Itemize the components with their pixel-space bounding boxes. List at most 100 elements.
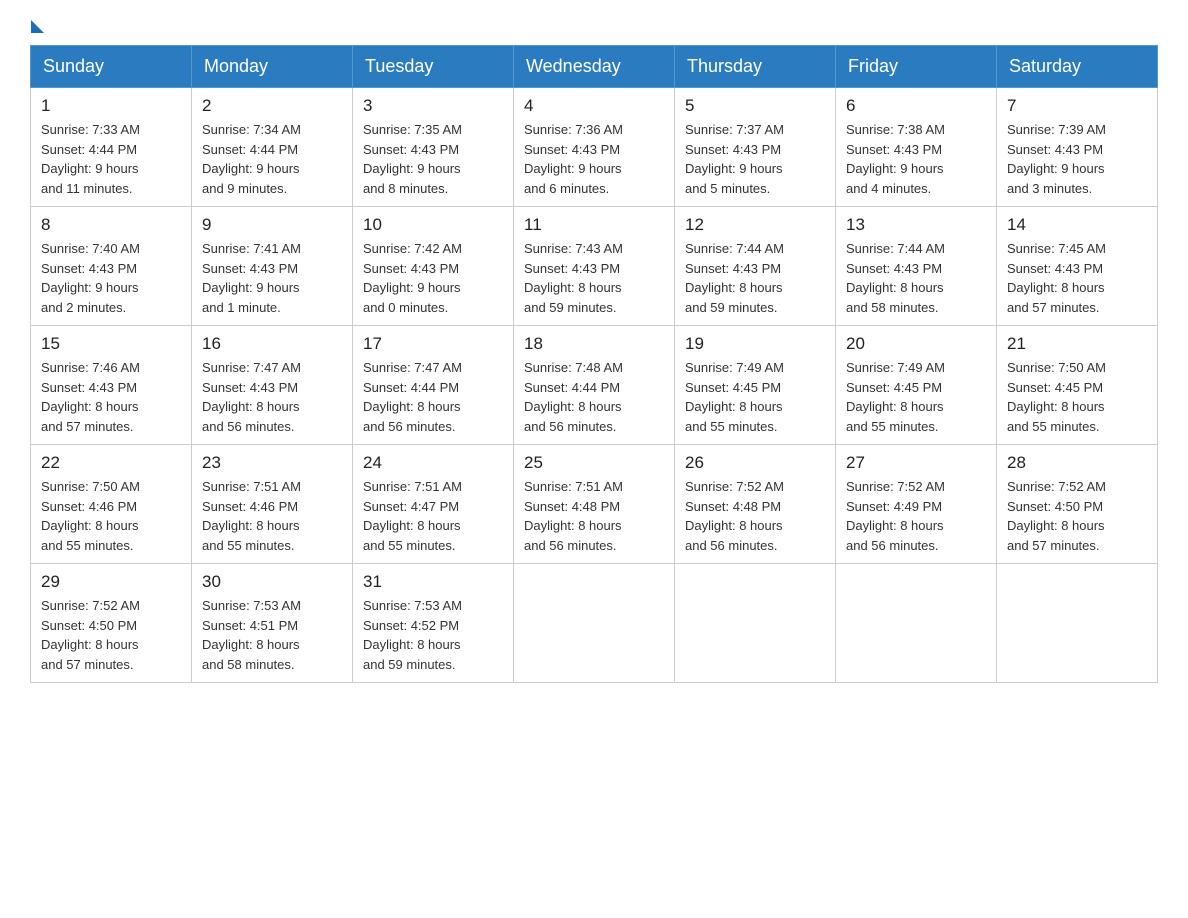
day-info: Sunrise: 7:51 AMSunset: 4:47 PMDaylight:…: [363, 477, 503, 555]
day-info: Sunrise: 7:52 AMSunset: 4:48 PMDaylight:…: [685, 477, 825, 555]
day-info: Sunrise: 7:33 AMSunset: 4:44 PMDaylight:…: [41, 120, 181, 198]
day-info: Sunrise: 7:52 AMSunset: 4:50 PMDaylight:…: [41, 596, 181, 674]
day-info: Sunrise: 7:40 AMSunset: 4:43 PMDaylight:…: [41, 239, 181, 317]
day-info: Sunrise: 7:35 AMSunset: 4:43 PMDaylight:…: [363, 120, 503, 198]
calendar-week-row: 22Sunrise: 7:50 AMSunset: 4:46 PMDayligh…: [31, 445, 1158, 564]
calendar-cell: 27 Sunrise: 7:52 AMSunset: 4:49 PMDayligh…: [836, 445, 997, 564]
day-info: Sunrise: 7:47 AMSunset: 4:44 PMDaylight:…: [363, 358, 503, 436]
day-number: 24: [363, 453, 503, 473]
day-number: 9: [202, 215, 342, 235]
calendar-cell: 15 Sunrise: 7:46 AMSunset: 4:43 PMDayligh…: [31, 326, 192, 445]
calendar-cell: 3 Sunrise: 7:35 AMSunset: 4:43 PMDaylight…: [353, 88, 514, 207]
calendar-cell: 14Sunrise: 7:45 AMSunset: 4:43 PMDayligh…: [997, 207, 1158, 326]
header-saturday: Saturday: [997, 46, 1158, 88]
day-number: 8: [41, 215, 181, 235]
day-info: Sunrise: 7:41 AMSunset: 4:43 PMDaylight:…: [202, 239, 342, 317]
day-number: 15: [41, 334, 181, 354]
calendar-cell: 9 Sunrise: 7:41 AMSunset: 4:43 PMDaylight…: [192, 207, 353, 326]
day-info: Sunrise: 7:50 AMSunset: 4:45 PMDaylight:…: [1007, 358, 1147, 436]
calendar-cell: 12Sunrise: 7:44 AMSunset: 4:43 PMDayligh…: [675, 207, 836, 326]
calendar-cell: 29 Sunrise: 7:52 AMSunset: 4:50 PMDayligh…: [31, 564, 192, 683]
day-number: 26: [685, 453, 825, 473]
calendar-week-row: 1 Sunrise: 7:33 AMSunset: 4:44 PMDaylight…: [31, 88, 1158, 207]
calendar-cell: 7 Sunrise: 7:39 AMSunset: 4:43 PMDaylight…: [997, 88, 1158, 207]
calendar-cell: 13 Sunrise: 7:44 AMSunset: 4:43 PMDayligh…: [836, 207, 997, 326]
day-number: 29: [41, 572, 181, 592]
calendar-cell: 19 Sunrise: 7:49 AMSunset: 4:45 PMDayligh…: [675, 326, 836, 445]
day-number: 10: [363, 215, 503, 235]
calendar-cell: 1 Sunrise: 7:33 AMSunset: 4:44 PMDaylight…: [31, 88, 192, 207]
day-number: 18: [524, 334, 664, 354]
day-info: Sunrise: 7:39 AMSunset: 4:43 PMDaylight:…: [1007, 120, 1147, 198]
calendar-cell: 4 Sunrise: 7:36 AMSunset: 4:43 PMDaylight…: [514, 88, 675, 207]
calendar-cell: 17 Sunrise: 7:47 AMSunset: 4:44 PMDayligh…: [353, 326, 514, 445]
day-info: Sunrise: 7:52 AMSunset: 4:50 PMDaylight:…: [1007, 477, 1147, 555]
day-number: 27: [846, 453, 986, 473]
day-number: 20: [846, 334, 986, 354]
calendar-cell: 18 Sunrise: 7:48 AMSunset: 4:44 PMDayligh…: [514, 326, 675, 445]
calendar-cell: [997, 564, 1158, 683]
day-info: Sunrise: 7:47 AMSunset: 4:43 PMDaylight:…: [202, 358, 342, 436]
calendar-cell: 6Sunrise: 7:38 AMSunset: 4:43 PMDaylight…: [836, 88, 997, 207]
day-number: 1: [41, 96, 181, 116]
calendar-cell: 8 Sunrise: 7:40 AMSunset: 4:43 PMDaylight…: [31, 207, 192, 326]
calendar-cell: 11 Sunrise: 7:43 AMSunset: 4:43 PMDayligh…: [514, 207, 675, 326]
calendar-cell: 24 Sunrise: 7:51 AMSunset: 4:47 PMDayligh…: [353, 445, 514, 564]
day-number: 11: [524, 215, 664, 235]
logo: [30, 20, 44, 27]
calendar-cell: 5 Sunrise: 7:37 AMSunset: 4:43 PMDaylight…: [675, 88, 836, 207]
day-number: 23: [202, 453, 342, 473]
day-info: Sunrise: 7:37 AMSunset: 4:43 PMDaylight:…: [685, 120, 825, 198]
day-info: Sunrise: 7:49 AMSunset: 4:45 PMDaylight:…: [685, 358, 825, 436]
day-number: 28: [1007, 453, 1147, 473]
calendar-cell: 31Sunrise: 7:53 AMSunset: 4:52 PMDayligh…: [353, 564, 514, 683]
weekday-header-row: Sunday Monday Tuesday Wednesday Thursday…: [31, 46, 1158, 88]
day-number: 12: [685, 215, 825, 235]
day-number: 31: [363, 572, 503, 592]
day-number: 3: [363, 96, 503, 116]
day-number: 21: [1007, 334, 1147, 354]
day-info: Sunrise: 7:48 AMSunset: 4:44 PMDaylight:…: [524, 358, 664, 436]
day-number: 13: [846, 215, 986, 235]
header-thursday: Thursday: [675, 46, 836, 88]
calendar-cell: 25Sunrise: 7:51 AMSunset: 4:48 PMDayligh…: [514, 445, 675, 564]
day-info: Sunrise: 7:45 AMSunset: 4:43 PMDaylight:…: [1007, 239, 1147, 317]
day-info: Sunrise: 7:51 AMSunset: 4:48 PMDaylight:…: [524, 477, 664, 555]
calendar-cell: [836, 564, 997, 683]
calendar-cell: 30Sunrise: 7:53 AMSunset: 4:51 PMDayligh…: [192, 564, 353, 683]
calendar-cell: 20Sunrise: 7:49 AMSunset: 4:45 PMDayligh…: [836, 326, 997, 445]
day-number: 16: [202, 334, 342, 354]
day-info: Sunrise: 7:34 AMSunset: 4:44 PMDaylight:…: [202, 120, 342, 198]
calendar-cell: 16 Sunrise: 7:47 AMSunset: 4:43 PMDayligh…: [192, 326, 353, 445]
day-info: Sunrise: 7:50 AMSunset: 4:46 PMDaylight:…: [41, 477, 181, 555]
calendar-cell: 28 Sunrise: 7:52 AMSunset: 4:50 PMDayligh…: [997, 445, 1158, 564]
day-number: 7: [1007, 96, 1147, 116]
header-friday: Friday: [836, 46, 997, 88]
calendar-cell: 21 Sunrise: 7:50 AMSunset: 4:45 PMDayligh…: [997, 326, 1158, 445]
calendar-cell: 26 Sunrise: 7:52 AMSunset: 4:48 PMDayligh…: [675, 445, 836, 564]
day-info: Sunrise: 7:46 AMSunset: 4:43 PMDaylight:…: [41, 358, 181, 436]
calendar-cell: 23 Sunrise: 7:51 AMSunset: 4:46 PMDayligh…: [192, 445, 353, 564]
day-number: 17: [363, 334, 503, 354]
day-number: 19: [685, 334, 825, 354]
day-info: Sunrise: 7:44 AMSunset: 4:43 PMDaylight:…: [846, 239, 986, 317]
page-header: [30, 20, 1158, 27]
calendar-cell: [514, 564, 675, 683]
day-info: Sunrise: 7:52 AMSunset: 4:49 PMDaylight:…: [846, 477, 986, 555]
header-monday: Monday: [192, 46, 353, 88]
calendar-week-row: 15 Sunrise: 7:46 AMSunset: 4:43 PMDayligh…: [31, 326, 1158, 445]
day-number: 4: [524, 96, 664, 116]
day-number: 5: [685, 96, 825, 116]
day-info: Sunrise: 7:36 AMSunset: 4:43 PMDaylight:…: [524, 120, 664, 198]
logo-triangle-icon: [31, 20, 44, 33]
day-info: Sunrise: 7:51 AMSunset: 4:46 PMDaylight:…: [202, 477, 342, 555]
calendar-table: Sunday Monday Tuesday Wednesday Thursday…: [30, 45, 1158, 683]
header-sunday: Sunday: [31, 46, 192, 88]
day-info: Sunrise: 7:53 AMSunset: 4:51 PMDaylight:…: [202, 596, 342, 674]
calendar-week-row: 29 Sunrise: 7:52 AMSunset: 4:50 PMDayligh…: [31, 564, 1158, 683]
day-info: Sunrise: 7:43 AMSunset: 4:43 PMDaylight:…: [524, 239, 664, 317]
calendar-cell: 22Sunrise: 7:50 AMSunset: 4:46 PMDayligh…: [31, 445, 192, 564]
day-number: 2: [202, 96, 342, 116]
calendar-cell: 10Sunrise: 7:42 AMSunset: 4:43 PMDayligh…: [353, 207, 514, 326]
header-tuesday: Tuesday: [353, 46, 514, 88]
